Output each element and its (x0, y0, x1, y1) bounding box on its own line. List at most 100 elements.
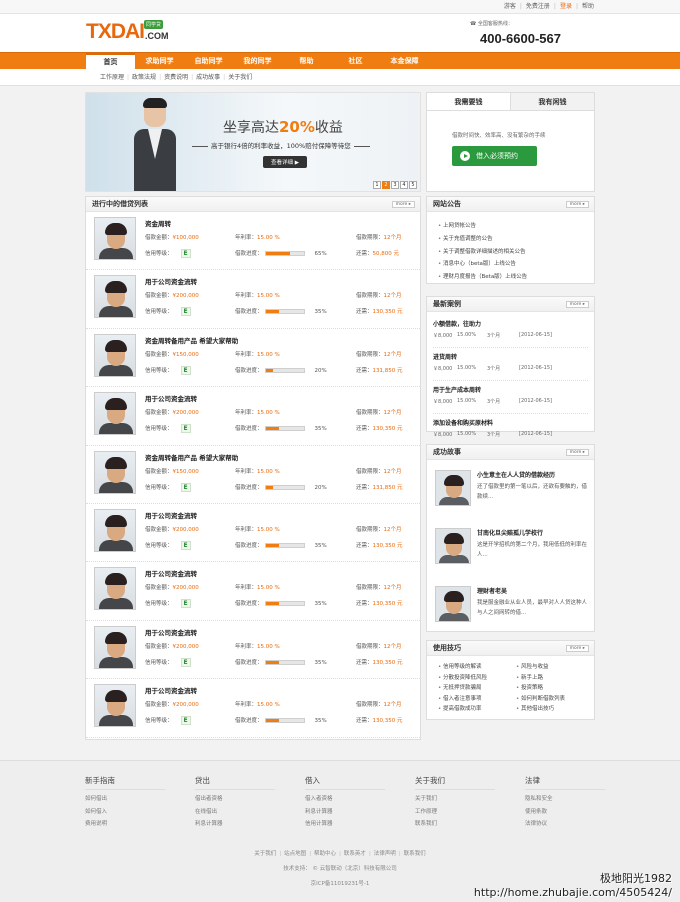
tip-item[interactable]: 信用等级的解读 (438, 662, 516, 673)
guest-link[interactable]: 游客 (504, 3, 516, 10)
promo-banner[interactable]: 坐享高达20%收益 高于银行4倍的利率收益，100%赔付保障等待您 查看详细 ▶… (85, 92, 421, 192)
subnav-policy[interactable]: 政策法规 (132, 74, 156, 81)
case-title[interactable]: 添加设备和购买原材料 (433, 418, 588, 427)
borrower-avatar[interactable] (94, 217, 136, 260)
nav-guarantee[interactable]: 本金保障 (380, 53, 429, 70)
nav-home[interactable]: 首页 (86, 53, 135, 70)
loan-row[interactable]: 资金周转 借款金额：¥100,000 年利率：15.00 % 借款期限：12个月 信用等… (86, 212, 420, 271)
story-item[interactable]: 理财者老吴 我是服金融业从业人员，最早对人人贷这种人与人之间网转的借... (433, 576, 588, 634)
footer-link-legal[interactable]: 法律声明 (374, 851, 396, 857)
case-item[interactable]: 用于生产成本周转 ￥8,000 15.00% 3个月 [2012-06-15] (433, 385, 588, 414)
borrower-avatar[interactable] (94, 450, 136, 494)
footer-column-link[interactable]: 联系我们 (415, 818, 525, 831)
loan-row[interactable]: 用于公司资金流转 借款金额：¥200,000 年利率：15.00 % 借款期限：12个… (86, 504, 420, 563)
banner-page-4[interactable]: 4 (400, 181, 408, 189)
banner-page-3[interactable]: 3 (391, 181, 399, 189)
loan-title[interactable]: 用于公司资金流转 (145, 510, 197, 520)
register-link[interactable]: 免费注册 (526, 3, 550, 10)
loan-row[interactable]: 用于公司资金流转 借款金额：¥200,000 年利率：15.00 % 借款期限：12个… (86, 679, 420, 738)
loan-list-more-button[interactable]: more ▸ (391, 201, 415, 208)
borrower-avatar[interactable] (94, 625, 136, 669)
footer-column-link[interactable]: 法律协议 (525, 818, 635, 831)
help-link[interactable]: 帮助 (582, 3, 594, 10)
banner-page-2[interactable]: 2 (382, 181, 390, 189)
tip-item[interactable]: 无抵押贷款骗局 (438, 683, 516, 694)
nav-seek-help[interactable]: 求助同学 (135, 53, 184, 70)
tip-item[interactable]: 风险与收益 (516, 662, 594, 673)
loan-title[interactable]: 资金周转备用产品 希望大家帮助 (145, 335, 238, 345)
footer-column-link[interactable]: 工作原理 (415, 806, 525, 819)
nav-self-help[interactable]: 自助同学 (184, 53, 233, 70)
tip-item[interactable]: 提高借款成功率 (438, 704, 516, 715)
story-title[interactable]: 小生意主在人人贷的借款经历 (477, 470, 555, 479)
footer-column-link[interactable]: 关于我们 (415, 793, 525, 806)
story-avatar[interactable] (435, 586, 471, 622)
case-item[interactable]: 小额借款，往助力 ￥8,000 15.00% 3个月 [2012-06-15] (433, 319, 588, 348)
login-link[interactable]: 登录 (560, 3, 572, 10)
story-avatar[interactable] (435, 528, 471, 564)
loan-title[interactable]: 用于公司资金流转 (145, 685, 197, 695)
tab-need-money[interactable]: 我需要钱 (427, 93, 511, 110)
site-logo[interactable]: TXDAI .COM 同学贷 (86, 20, 169, 42)
loan-row[interactable]: 资金周转备用产品 希望大家帮助 借款金额：¥150,000 年利率：15.00 % 借… (86, 329, 420, 388)
tip-item[interactable]: 如何判断借款列表 (516, 694, 594, 705)
loan-row[interactable]: 用于公司资金流转 借款金额：¥200,000 年利率：15.00 % 借款期限：12个… (86, 387, 420, 446)
case-title[interactable]: 进货周转 (433, 352, 588, 361)
case-title[interactable]: 小额借款，往助力 (433, 319, 588, 328)
loan-title[interactable]: 用于公司资金流转 (145, 568, 197, 578)
footer-column-link[interactable]: 费用说明 (85, 818, 195, 831)
footer-column-link[interactable]: 隐私和安全 (525, 793, 635, 806)
nav-my-classmates[interactable]: 我的同学 (233, 53, 282, 70)
banner-details-button[interactable]: 查看详细 ▶ (263, 156, 307, 168)
subnav-about[interactable]: 关于我们 (228, 74, 252, 81)
loan-row[interactable]: 资金周转备用产品 希望大家帮助 借款金额：¥150,000 年利率：15.00 % 借… (86, 446, 420, 504)
cases-more-button[interactable]: more ▸ (565, 301, 589, 308)
notice-item[interactable]: 关于充值调整的公告 (438, 233, 594, 246)
footer-column-link[interactable]: 信用计算器 (305, 818, 415, 831)
loan-row[interactable]: 用于公司资金流转 借款金额：¥200,000 年利率：15.00 % 借款期限：12个… (86, 562, 420, 621)
case-title[interactable]: 用于生产成本周转 (433, 385, 588, 394)
story-avatar[interactable] (435, 470, 471, 506)
notice-item[interactable]: 消息中心（beta版）上线公告 (438, 258, 594, 271)
footer-column-link[interactable]: 如何借入 (85, 806, 195, 819)
loan-title[interactable]: 用于公司资金流转 (145, 627, 197, 637)
loan-title[interactable]: 资金周转 (145, 218, 171, 228)
footer-column-link[interactable]: 利息计算器 (305, 806, 415, 819)
banner-page-5[interactable]: 5 (409, 181, 417, 189)
tab-have-money[interactable]: 我有闲钱 (511, 93, 594, 110)
stories-more-button[interactable]: more ▸ (565, 449, 589, 456)
tip-item[interactable]: 投资策略 (516, 683, 594, 694)
nav-community[interactable]: 社区 (331, 53, 380, 70)
story-item[interactable]: 小生意主在人人贷的借款经历 还了借款里的第一笔以后，还欲有要触的，借款续... (433, 460, 588, 518)
story-item[interactable]: 甘南化旦尖赔孤儿学校行 这是开学招机的第二个月，我用低低的利率在人... (433, 518, 588, 576)
subnav-how-it-works[interactable]: 工作原理 (100, 74, 124, 81)
notice-item[interactable]: 上网贷帐公告 (438, 220, 594, 233)
borrower-avatar[interactable] (94, 508, 136, 552)
footer-link-contact[interactable]: 联系我们 (404, 851, 426, 857)
notice-item[interactable]: 理财月度报告（Beta版）上线公告 (438, 271, 594, 284)
loan-row[interactable]: 用于公司资金流转 借款金额：¥200,000 年利率：15.00 % 借款期限：12个… (86, 270, 420, 329)
subnav-stories[interactable]: 成功故事 (196, 74, 220, 81)
tip-item[interactable]: 其他借出技巧 (516, 704, 594, 715)
footer-column-link[interactable]: 利息计算器 (195, 818, 305, 831)
banner-page-1[interactable]: 1 (373, 181, 381, 189)
case-item[interactable]: 添加设备和购买原材料 ￥8,000 15.00% 3个月 [2012-06-15] (433, 418, 588, 447)
footer-link-sitemap[interactable]: 站点地图 (284, 851, 306, 857)
notice-item[interactable]: 关于调整借款详细描述的相关公告 (438, 246, 594, 259)
borrower-avatar[interactable] (94, 392, 136, 436)
case-item[interactable]: 进货周转 ￥8,000 15.00% 3个月 [2012-06-15] (433, 352, 588, 381)
tip-item[interactable]: 新手上路 (516, 673, 594, 684)
tip-item[interactable]: 借入者注意事项 (438, 694, 516, 705)
footer-link-jobs[interactable]: 联系英才 (344, 851, 366, 857)
loan-title[interactable]: 用于公司资金流转 (145, 393, 197, 403)
apply-borrow-button[interactable]: 借入必须预约 (452, 146, 537, 166)
footer-column-link[interactable]: 使用条款 (525, 806, 635, 819)
nav-help[interactable]: 帮助 (282, 53, 331, 70)
story-title[interactable]: 甘南化旦尖赔孤儿学校行 (477, 528, 543, 537)
footer-link-help[interactable]: 帮助中心 (314, 851, 336, 857)
footer-column-link[interactable]: 借入者资格 (305, 793, 415, 806)
borrower-avatar[interactable] (94, 275, 136, 319)
footer-column-link[interactable]: 借出者资格 (195, 793, 305, 806)
loan-title[interactable]: 用于公司资金流转 (145, 276, 197, 286)
loan-row[interactable]: 用于公司资金流转 借款金额：¥200,000 年利率：15.00 % 借款期限：12个… (86, 621, 420, 680)
